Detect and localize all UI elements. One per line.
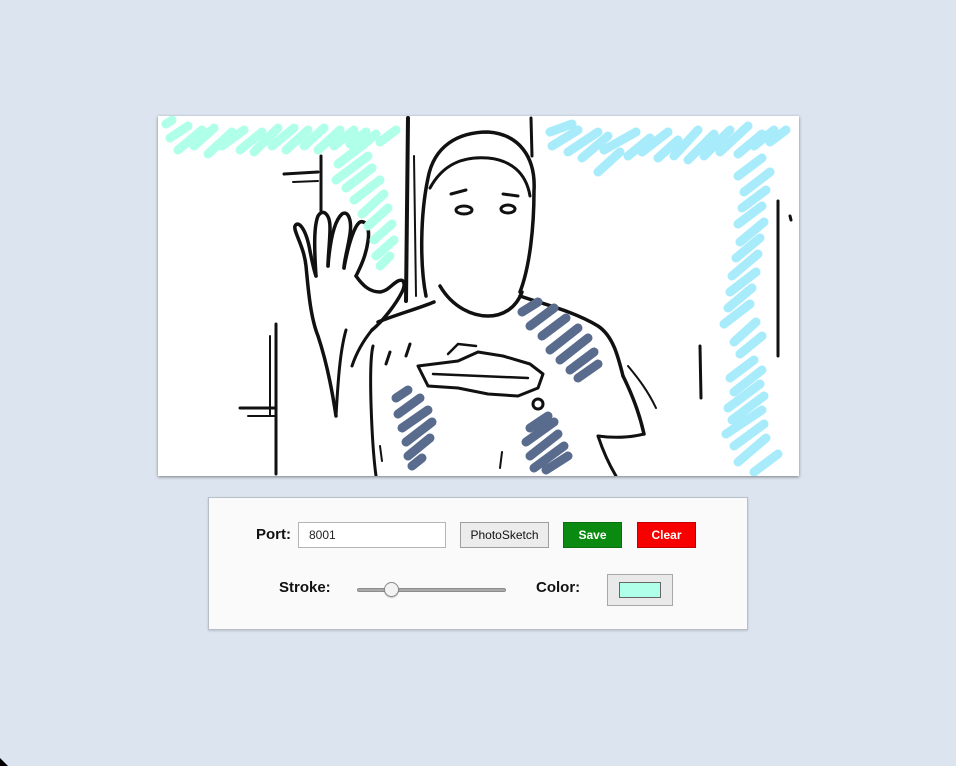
save-button[interactable]: Save	[563, 522, 622, 548]
color-picker[interactable]	[607, 574, 673, 606]
stroke-slider-handle[interactable]	[383, 582, 399, 597]
sketch-drawing	[161, 116, 793, 476]
color-swatch	[619, 582, 661, 598]
sketch-canvas[interactable]	[158, 116, 799, 476]
window-corner	[0, 758, 8, 766]
door-line-left	[404, 116, 410, 303]
stroke-label: Stroke:	[279, 579, 331, 596]
stroke-slider[interactable]	[357, 588, 506, 592]
cyan-strokes	[545, 119, 791, 476]
mint-strokes	[161, 116, 401, 271]
control-panel: Port: PhotoSketch Save Clear Stroke: Col…	[208, 497, 748, 630]
port-label: Port:	[256, 526, 291, 543]
clear-button[interactable]: Clear	[637, 522, 696, 548]
navy-strokes	[391, 297, 603, 475]
port-input[interactable]	[298, 522, 446, 548]
photosketch-button[interactable]: PhotoSketch	[460, 522, 549, 548]
color-label: Color:	[536, 579, 581, 596]
